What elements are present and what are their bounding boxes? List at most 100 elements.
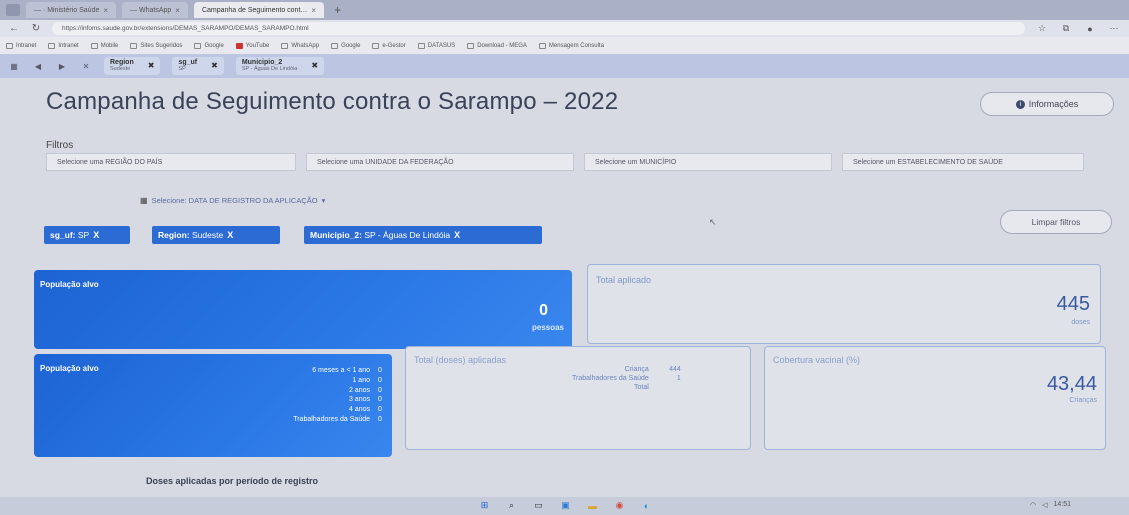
- step-forward-icon[interactable]: ▶: [56, 62, 68, 71]
- bookmark[interactable]: Mobile: [90, 42, 118, 49]
- windows-start-icon[interactable]: ⊞: [478, 499, 491, 512]
- bookmark[interactable]: Intranet: [6, 42, 36, 49]
- selection-clear-icon[interactable]: ✖: [311, 61, 318, 70]
- tab-label: — WhatsApp: [130, 6, 172, 14]
- browser-tab[interactable]: — WhatsApp ×: [122, 2, 188, 18]
- list-item: Trabalhadores da Saúde 0: [293, 415, 386, 425]
- selection-chip[interactable]: Region Sudeste ✖: [104, 57, 161, 75]
- close-icon[interactable]: ×: [175, 6, 180, 15]
- widgets-icon[interactable]: ▣: [559, 499, 572, 512]
- uf-dropdown[interactable]: Selecione uma UNIDADE DA FEDERAÇÃO: [306, 153, 574, 171]
- selections-bar: ▦ ◀ ▶ ✕ Region Sudeste ✖ sg_uf SP ✖ Munici…: [0, 54, 1129, 78]
- bookmark-label: Mensagem Consulta: [548, 42, 604, 49]
- active-filter-chip[interactable]: Region: Sudeste X: [152, 226, 280, 244]
- card-title: População alvo: [40, 364, 99, 373]
- profile-icon[interactable]: ●: [1083, 24, 1097, 34]
- card-value: 0: [539, 302, 548, 319]
- card-value: 445: [1056, 293, 1090, 315]
- selection-clear-icon[interactable]: ✖: [148, 61, 155, 70]
- row-value: 0: [378, 386, 382, 394]
- star-icon[interactable]: ☆: [1035, 23, 1049, 34]
- bookmark[interactable]: e-Gestor: [372, 42, 406, 49]
- row-value: 0: [378, 406, 382, 414]
- chrome-icon[interactable]: ◉: [613, 499, 626, 512]
- municipio-dropdown[interactable]: Selecione um MUNICÍPIO: [584, 153, 832, 171]
- remove-filter-icon[interactable]: X: [454, 230, 460, 240]
- row-label: Trabalhadores da Saúde: [572, 375, 649, 383]
- clear-selections-icon[interactable]: ✕: [80, 62, 92, 71]
- row-label: 1 ano: [352, 376, 370, 384]
- info-button-label: Informações: [1028, 99, 1079, 109]
- kpi-populacao-alvo-faixas: População alvo 6 meses a < 1 ano 0 1 ano 0…: [34, 354, 392, 457]
- close-icon[interactable]: ×: [311, 6, 316, 15]
- step-back-icon[interactable]: ◀: [32, 62, 44, 71]
- remove-filter-icon[interactable]: X: [227, 230, 233, 240]
- new-tab-icon[interactable]: +: [330, 3, 345, 17]
- region-dropdown[interactable]: Selecione uma REGIÃO DO PAÍS: [46, 153, 296, 171]
- row-value: 0: [378, 376, 382, 384]
- dropdown-placeholder: Selecione um ESTABELECIMENTO DE SAÚDE: [853, 158, 1003, 166]
- back-icon[interactable]: ←: [8, 23, 20, 34]
- folder-icon: [281, 42, 289, 49]
- folder-icon: [90, 42, 98, 49]
- date-filter[interactable]: ▦ Selecione: DATA DE REGISTRO DA APLICAÇ…: [140, 196, 325, 205]
- url-text: https://infoms.saude.gov.br/extensions/D…: [62, 25, 309, 32]
- folder-icon: [417, 42, 425, 49]
- clear-filters-button[interactable]: Limpar filtros: [1000, 210, 1112, 234]
- bookmark[interactable]: Google: [194, 42, 224, 49]
- dropdown-placeholder: Selecione uma REGIÃO DO PAÍS: [57, 158, 163, 166]
- list-item: Trabalhadores da Saúde 1: [572, 374, 681, 383]
- grid-icon[interactable]: ▦: [8, 62, 20, 71]
- menu-icon[interactable]: ⋯: [1107, 23, 1121, 34]
- edge-icon[interactable]: ◐: [640, 499, 653, 512]
- wifi-icon[interactable]: ◠: [1030, 501, 1036, 509]
- calendar-icon: ▦: [140, 196, 148, 205]
- reload-icon[interactable]: ↻: [30, 23, 42, 34]
- url-field[interactable]: https://infoms.saude.gov.br/extensions/D…: [52, 22, 1025, 35]
- extensions-icon[interactable]: ⧉: [1059, 23, 1073, 34]
- close-icon[interactable]: ×: [103, 6, 108, 15]
- bookmark[interactable]: Download - MEGA: [467, 42, 527, 49]
- age-group-list: 6 meses a < 1 ano 0 1 ano 0 2 anos 0 3 anos…: [293, 366, 386, 425]
- selection-clear-icon[interactable]: ✖: [211, 61, 218, 70]
- row-value: 0: [378, 367, 382, 374]
- window-menu-icon[interactable]: [6, 4, 20, 16]
- mouse-cursor-icon: ↖: [709, 217, 717, 227]
- bookmark[interactable]: Intranet: [48, 42, 79, 49]
- search-icon[interactable]: ⌕: [505, 499, 518, 512]
- bookmark[interactable]: YouTube: [235, 42, 269, 49]
- bookmarks-bar: Intranet Intranet Mobile Sites Sugeridos…: [0, 37, 1129, 54]
- estabelecimento-dropdown[interactable]: Selecione um ESTABELECIMENTO DE SAÚDE: [842, 153, 1084, 171]
- kpi-cobertura-vacinal: Cobertura vacinal (%) 43,44 Crianças: [764, 346, 1106, 450]
- browser-tab[interactable]: — · Ministério Saúde ×: [26, 2, 117, 18]
- date-filter-label: Selecione: DATA DE REGISTRO DA APLICAÇÃO: [151, 196, 318, 205]
- list-item: Total: [572, 383, 681, 392]
- selection-chip[interactable]: sg_uf SP ✖: [172, 57, 224, 75]
- selection-label: Municipio_2 SP - Águas De Lindóia: [241, 59, 298, 72]
- youtube-icon: [235, 42, 243, 49]
- chip-key: Municipio_2:: [310, 230, 362, 240]
- bookmark[interactable]: Mensagem Consulta: [538, 42, 604, 49]
- bookmark[interactable]: Google: [331, 42, 360, 49]
- chevron-down-icon: ▾: [321, 196, 326, 205]
- browser-tab-active[interactable]: Campanha de Seguimento cont… ×: [193, 2, 325, 18]
- section-title: Doses aplicadas por período de registro: [146, 476, 319, 486]
- bookmark[interactable]: WhatsApp: [281, 42, 319, 49]
- active-filter-chip[interactable]: sg_uf: SP X: [44, 226, 130, 244]
- volume-icon[interactable]: ◁: [1042, 501, 1047, 509]
- bookmark[interactable]: DATASUS: [417, 42, 456, 49]
- clock-text[interactable]: 14:51: [1054, 501, 1072, 509]
- card-value: 43,44: [1046, 373, 1097, 395]
- card-title: Total aplicado: [596, 275, 652, 285]
- bookmark-label: DATASUS: [427, 42, 456, 49]
- folder-icon: [372, 42, 380, 49]
- row-value: 0: [378, 396, 382, 404]
- chip-value: SP - Águas De Lindóia: [361, 230, 451, 240]
- info-button[interactable]: i Informações: [980, 92, 1114, 116]
- task-view-icon[interactable]: ▭: [532, 499, 545, 512]
- selection-chip[interactable]: Municipio_2 SP - Águas De Lindóia ✖: [235, 57, 325, 75]
- active-filter-chip[interactable]: Municipio_2: SP - Águas De Lindóia X: [304, 226, 542, 244]
- remove-filter-icon[interactable]: X: [93, 230, 99, 240]
- file-explorer-icon[interactable]: ▬: [586, 499, 599, 512]
- bookmark[interactable]: Sites Sugeridos: [130, 42, 182, 49]
